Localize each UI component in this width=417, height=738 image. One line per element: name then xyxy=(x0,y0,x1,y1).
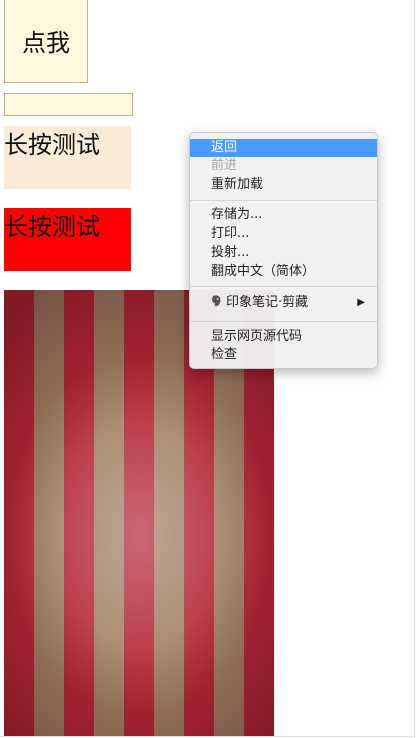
menu-item-cast[interactable]: 投射... xyxy=(190,244,377,262)
triangle-right-icon: ▶ xyxy=(357,297,365,308)
menu-separator xyxy=(190,286,377,287)
menu-item-forward[interactable]: 前进 xyxy=(190,157,377,175)
menu-item-reload[interactable]: 重新加载 xyxy=(190,176,377,194)
menu-separator xyxy=(190,200,377,201)
longpress-test-box-2[interactable]: 长按测试 xyxy=(4,208,131,271)
menu-item-print[interactable]: 打印... xyxy=(190,225,377,243)
menu-item-view-source[interactable]: 显示网页源代码 xyxy=(190,328,377,346)
longpress-test-box-1[interactable]: 长按测试 xyxy=(4,126,131,189)
menu-separator xyxy=(190,321,377,322)
menu-item-inspect[interactable]: 检查 xyxy=(190,346,377,364)
text-input[interactable] xyxy=(4,93,133,116)
menu-item-save-as[interactable]: 存储为... xyxy=(190,206,377,224)
menu-item-translate[interactable]: 翻成中文（简体） xyxy=(190,263,377,281)
elephant-icon xyxy=(212,295,221,307)
click-me-button[interactable]: 点我 xyxy=(4,0,88,83)
viewport-bottom-border xyxy=(0,736,414,737)
context-menu: 返回 前进 重新加载 存储为... 打印... 投射... 翻成中文（简体） 印… xyxy=(189,132,378,369)
menu-item-back[interactable]: 返回 xyxy=(190,139,377,157)
viewport-right-border xyxy=(414,0,415,738)
menu-item-evernote-clip[interactable]: 印象笔记·剪藏 ▶ xyxy=(190,294,377,312)
menu-item-evernote-label: 印象笔记·剪藏 xyxy=(226,295,309,310)
